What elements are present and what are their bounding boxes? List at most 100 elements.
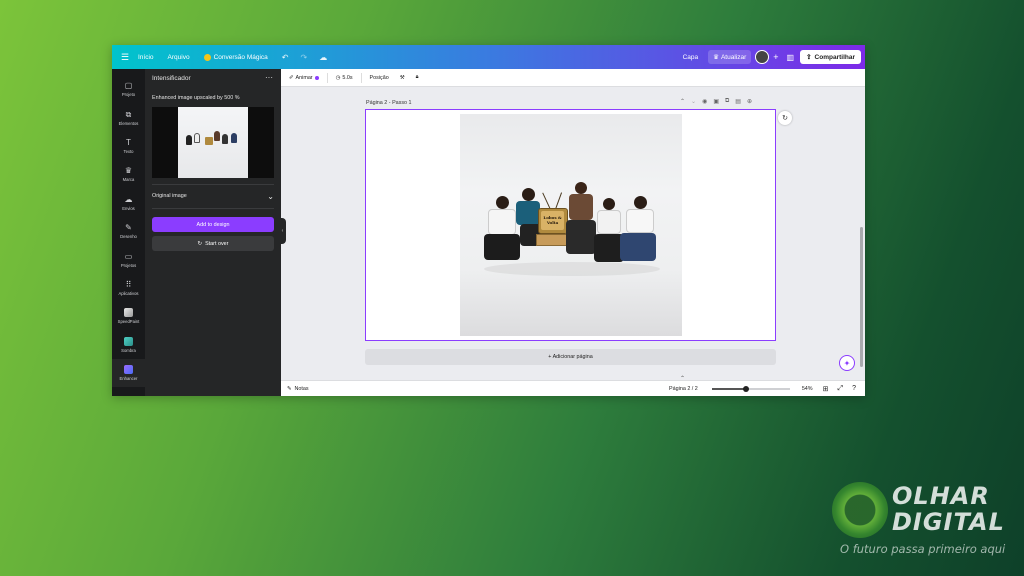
animate-icon: ✐	[289, 74, 294, 81]
speedpaint-icon	[124, 308, 133, 318]
zoom-slider[interactable]	[711, 385, 790, 392]
add-to-design-button[interactable]: Add to design	[152, 217, 274, 232]
animate-label: Animar	[295, 74, 313, 81]
olhar-digital-logo: OLHAR DIGITAL O futuro passa primeiro aq…	[832, 480, 1012, 566]
zoom-slider-handle[interactable]	[743, 385, 750, 392]
share-button[interactable]: ⇪ Compartilhar	[800, 50, 861, 64]
sidebar-item-projeto[interactable]: ▢ Projeto	[112, 75, 145, 103]
enhancer-icon	[124, 365, 133, 375]
undo-icon[interactable]: ↶	[282, 53, 289, 62]
sidebar-item-envios[interactable]: ☁ Envios	[112, 189, 145, 217]
position-button[interactable]: Posição	[367, 75, 392, 81]
avatar[interactable]	[755, 50, 770, 64]
person-legs	[566, 220, 596, 254]
file-menu[interactable]: Arquivo	[168, 54, 190, 61]
original-image-label: Original image	[152, 193, 187, 199]
sidebar-item-label: Texto	[123, 148, 134, 154]
hide-icon[interactable]: ◉	[702, 98, 707, 105]
preview-figure	[205, 137, 213, 145]
zoom-value[interactable]: 54%	[802, 386, 813, 392]
design-page[interactable]: Lobos & Volta	[365, 109, 776, 341]
notes-button[interactable]: ✎ Notas	[287, 386, 309, 392]
start-over-button[interactable]: ↻ Start over	[152, 236, 274, 251]
person-shirt	[597, 210, 621, 234]
sidebar-item-projetos[interactable]: ▭ Projetos	[112, 245, 145, 273]
paint-format-icon[interactable]: ⚒	[397, 75, 408, 81]
add-page-button[interactable]: + Adicionar página	[365, 349, 776, 365]
original-image-toggle[interactable]: Original image ⌄	[152, 187, 274, 205]
band-photo[interactable]: Lobos & Volta	[460, 114, 682, 336]
sidebar-item-label: Elementos	[118, 120, 139, 126]
start-over-label: Start over	[205, 240, 229, 247]
lock-icon[interactable]: 🔒︎	[413, 74, 422, 81]
sidebar-item-sombra[interactable]: Sombra	[112, 331, 145, 359]
divider	[152, 184, 274, 185]
person-head	[575, 182, 587, 194]
logo-eye-icon	[832, 482, 888, 538]
preview-figure	[222, 134, 228, 144]
insights-icon[interactable]: ▥	[787, 53, 795, 62]
sidebar-item-elementos[interactable]: ⧉ Elementos	[112, 103, 145, 131]
person-head	[603, 198, 615, 210]
sidebar-item-aplicativos[interactable]: ⠿ Aplicativos	[112, 274, 145, 302]
sidebar-item-texto[interactable]: T Texto	[112, 132, 145, 160]
person-head	[496, 196, 509, 209]
bottom-bar: ✎ Notas Página 2 / 2 54% ⊞ ⤢ ?	[281, 380, 865, 396]
person-legs	[620, 233, 656, 261]
sidebar-item-label: Sombra	[121, 347, 136, 353]
enhanced-image-preview[interactable]	[152, 107, 274, 178]
sidebar-item-label: Marca	[122, 177, 135, 183]
menu-icon[interactable]: ☰	[112, 52, 138, 63]
divider	[152, 208, 274, 209]
refresh-icon: ↻	[197, 240, 203, 247]
regenerate-icon[interactable]: ↻	[778, 111, 792, 125]
sidebar-item-label: Projeto	[121, 92, 136, 98]
sidebar-item-label: SpeedPaint	[117, 319, 140, 325]
more-options-icon[interactable]: ···	[265, 73, 273, 82]
collapse-panel-handle[interactable]: ‹	[279, 218, 286, 244]
duplicate-page-icon[interactable]: ⧉	[725, 98, 729, 105]
scrollbar-thumb[interactable]	[860, 227, 863, 367]
design-title[interactable]: Capa	[683, 54, 699, 61]
layout-icon: ▢	[124, 81, 133, 91]
upgrade-button[interactable]: ♛ Atualizar	[708, 50, 752, 64]
duration-button[interactable]: ◷ 5.0s	[333, 75, 356, 81]
home-menu[interactable]: Início	[138, 54, 154, 61]
shadow-icon	[124, 336, 133, 346]
cloud-saved-icon[interactable]: ☁	[319, 53, 327, 62]
canvas-scrollbar[interactable]	[860, 87, 863, 377]
preview-figure	[194, 133, 200, 143]
chevron-down-icon[interactable]: ⌄	[691, 98, 696, 105]
sidebar-item-label: Envios	[122, 205, 135, 211]
page-tools: ⌃ ⌄ ◉ ▣ ⧉ ▤ ⊕	[680, 98, 752, 105]
crown-icon	[203, 53, 211, 61]
grid-view-icon[interactable]: ⊞	[823, 385, 829, 393]
animate-button[interactable]: ✐ Animar	[286, 75, 322, 81]
redo-icon[interactable]: ↷	[301, 53, 308, 62]
text-icon: T	[126, 137, 131, 147]
fullscreen-icon[interactable]: ⤢	[837, 385, 843, 393]
share-icon: ⇪	[806, 54, 812, 61]
sidebar-item-marca[interactable]: ♛ Marca	[112, 160, 145, 188]
toolbar-separator	[326, 72, 328, 83]
preview-figure	[214, 131, 220, 141]
sidebar-item-speedpaint[interactable]: SpeedPaint	[112, 302, 145, 330]
add-collaborator-icon[interactable]: +	[773, 52, 778, 62]
help-icon[interactable]: ?	[852, 385, 856, 392]
upload-icon: ☁	[124, 194, 133, 204]
delete-page-icon[interactable]: ▤	[735, 98, 741, 105]
sidebar-item-desenho[interactable]: ✎ Desenho	[112, 217, 145, 245]
magic-switch-button[interactable]: Conversão Mágica	[203, 53, 268, 61]
elements-icon: ⧉	[125, 109, 132, 119]
chevron-down-icon: ⌄	[267, 191, 274, 201]
left-sidebar: ▢ Projeto ⧉ Elementos T Texto ♛ Marca ☁ …	[112, 69, 145, 396]
sidebar-item-enhancer[interactable]: Enhancer	[112, 358, 145, 388]
lock-page-icon[interactable]: ▣	[713, 98, 719, 105]
person-shirt	[569, 194, 593, 220]
add-page-icon[interactable]: ⊕	[747, 98, 752, 105]
chevron-up-icon[interactable]: ⌃	[680, 98, 685, 105]
page-count-button[interactable]: Página 2 / 2	[669, 386, 698, 392]
brand-icon: ♛	[124, 166, 133, 176]
person-head	[634, 196, 647, 209]
magic-assistant-icon[interactable]: ✦	[839, 355, 855, 371]
